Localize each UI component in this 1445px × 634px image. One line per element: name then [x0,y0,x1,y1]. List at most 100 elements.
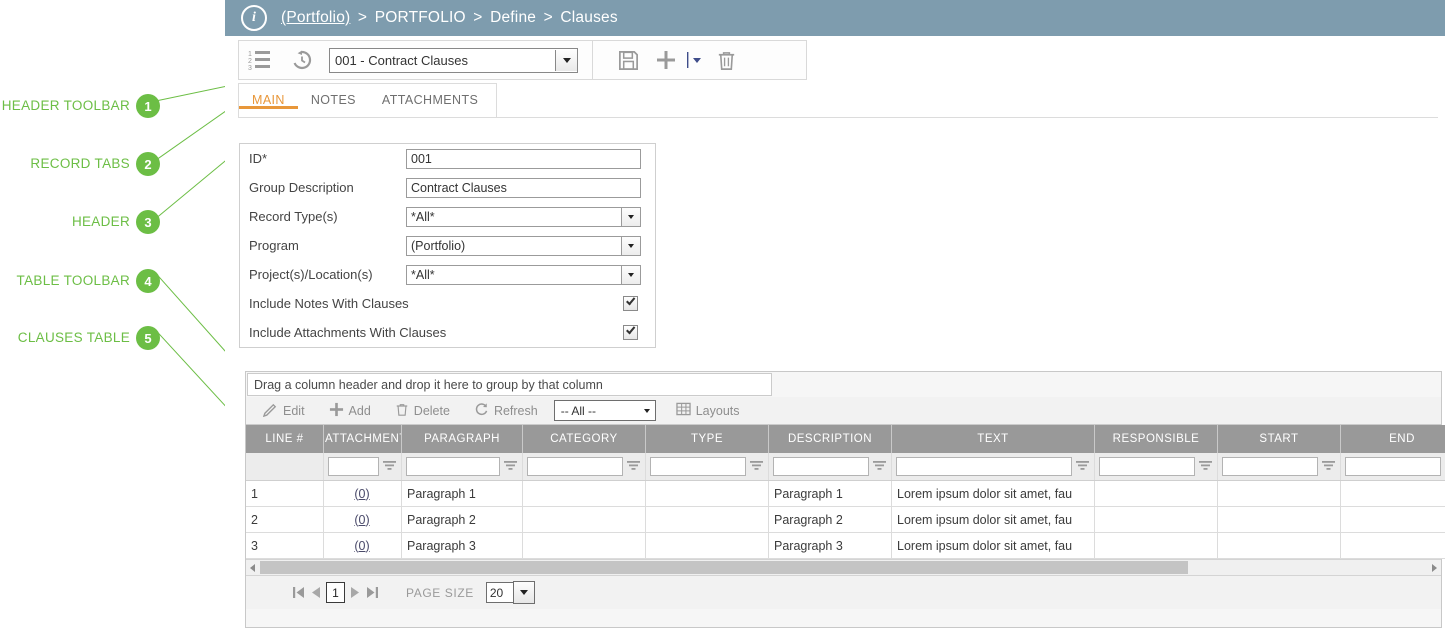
filter-input-responsible[interactable] [1099,457,1195,476]
filter-menu-icon[interactable] [627,459,641,474]
filter-menu-icon[interactable] [1076,459,1090,474]
column-header-attachments[interactable]: ATTACHMENTS [324,425,402,453]
cell-value: 1 [251,487,258,501]
refresh-button[interactable]: Refresh [462,398,550,424]
cell-text: Lorem ipsum dolor sit amet, fau [892,507,1095,533]
scrollbar-thumb[interactable] [260,561,1188,574]
column-header-label: START [1259,433,1298,445]
column-header-text[interactable]: TEXT [892,425,1095,453]
field-select[interactable]: *All* [406,207,641,227]
column-header-line[interactable]: LINE # [246,425,324,453]
table-row[interactable]: 3(0)Paragraph 3Paragraph 3Lorem ipsum do… [246,533,1445,559]
chevron-down-icon[interactable] [639,409,655,413]
cell-value: Paragraph 2 [407,513,476,527]
column-header-responsible[interactable]: RESPONSIBLE [1095,425,1218,453]
prev-page-icon[interactable] [310,585,321,600]
form-row: Record Type(s)*All* [240,202,655,231]
filter-cell-description [769,453,892,481]
field-value: *All* [407,268,621,282]
checkbox[interactable] [623,325,638,340]
breadcrumb-crumb-define[interactable]: Define [490,9,536,26]
filter-input-attachments[interactable] [328,457,379,476]
breadcrumb-crumb-portfolio[interactable]: PORTFOLIO [375,9,466,26]
column-header-end[interactable]: END [1341,425,1445,453]
field-input[interactable]: 001 [406,149,641,169]
save-floppy-icon[interactable] [607,42,649,78]
add-button[interactable]: Add [317,398,383,424]
filter-menu-icon[interactable] [873,459,887,474]
svg-text:2: 2 [248,58,252,65]
record-select-value: 001 - Contract Clauses [330,53,555,68]
chevron-down-icon[interactable] [513,581,535,604]
cell-attachments[interactable]: (0) [324,481,402,507]
field-select[interactable]: *All* [406,265,641,285]
cell-paragraph: Paragraph 1 [402,481,523,507]
attachment-count-link[interactable]: (0) [354,513,369,527]
field-input[interactable]: Contract Clauses [406,178,641,198]
horizontal-scrollbar[interactable] [246,559,1441,575]
page-size-select[interactable]: 20 [486,582,535,603]
numbered-list-icon[interactable]: 1 2 3 [239,42,281,78]
record-select[interactable]: 001 - Contract Clauses [329,48,578,73]
history-revert-icon[interactable] [281,42,323,78]
attachment-count-link[interactable]: (0) [354,539,369,553]
cell-attachments[interactable]: (0) [324,507,402,533]
filter-input-text[interactable] [896,457,1072,476]
annotation-label-5: CLAUSES TABLE [18,330,130,345]
tab-notes[interactable]: NOTES [298,84,369,109]
page-number[interactable]: 1 [326,582,345,603]
tab-main[interactable]: MAIN [239,84,298,109]
scroll-right-arrow-icon[interactable] [1427,563,1441,573]
last-page-icon[interactable] [366,585,379,600]
table-row[interactable]: 1(0)Paragraph 1Paragraph 1Lorem ipsum do… [246,481,1445,507]
grid-filter-select[interactable]: -- All -- [554,400,656,421]
edit-button[interactable]: Edit [251,398,317,424]
filter-menu-icon[interactable] [504,459,518,474]
breadcrumb-sep-3: > [541,9,556,26]
column-header-paragraph[interactable]: PARAGRAPH [402,425,523,453]
checkbox-label: Include Attachments With Clauses [249,325,623,340]
column-header-label: DESCRIPTION [788,433,872,445]
chevron-down-icon[interactable] [621,237,640,255]
add-dropdown-chevron-down-icon[interactable] [683,42,705,78]
column-header-description[interactable]: DESCRIPTION [769,425,892,453]
chevron-down-icon[interactable] [621,208,640,226]
column-header-category[interactable]: CATEGORY [523,425,646,453]
field-select[interactable]: (Portfolio) [406,236,641,256]
filter-menu-icon[interactable] [1199,459,1213,474]
cell-type [646,481,769,507]
scrollbar-track[interactable] [260,561,1427,574]
layouts-label: Layouts [696,404,740,418]
delete-button[interactable]: Delete [383,398,462,424]
column-header-type[interactable]: TYPE [646,425,769,453]
filter-menu-icon[interactable] [1322,459,1336,474]
delete-trash-icon[interactable] [705,42,747,78]
breadcrumb-crumb-clauses[interactable]: Clauses [560,9,617,26]
filter-input-type[interactable] [650,457,746,476]
layouts-button[interactable]: Layouts [664,398,752,424]
filter-menu-icon[interactable] [383,459,397,474]
filter-input-end[interactable] [1345,457,1441,476]
tab-attachments[interactable]: ATTACHMENTS [369,84,491,109]
cell-attachments[interactable]: (0) [324,533,402,559]
chevron-down-icon[interactable] [621,266,640,284]
checkbox[interactable] [623,296,638,311]
first-page-icon[interactable] [292,585,305,600]
attachment-count-link[interactable]: (0) [354,487,369,501]
filter-input-start[interactable] [1222,457,1318,476]
filter-input-category[interactable] [527,457,623,476]
grid-filter-value: -- All -- [555,404,639,418]
filter-input-paragraph[interactable] [406,457,500,476]
table-row[interactable]: 2(0)Paragraph 2Paragraph 2Lorem ipsum do… [246,507,1445,533]
next-page-icon[interactable] [350,585,361,600]
chevron-down-icon[interactable] [555,50,577,71]
add-plus-icon[interactable] [649,42,683,78]
group-by-dropzone[interactable]: Drag a column header and drop it here to… [247,373,772,396]
group-by-hint: Drag a column header and drop it here to… [254,378,603,392]
filter-input-description[interactable] [773,457,869,476]
filter-menu-icon[interactable] [750,459,764,474]
scroll-left-arrow-icon[interactable] [246,563,260,573]
column-header-start[interactable]: START [1218,425,1341,453]
info-circle-icon[interactable]: i [241,5,267,31]
breadcrumb-portfolio-link[interactable]: (Portfolio) [281,9,350,26]
